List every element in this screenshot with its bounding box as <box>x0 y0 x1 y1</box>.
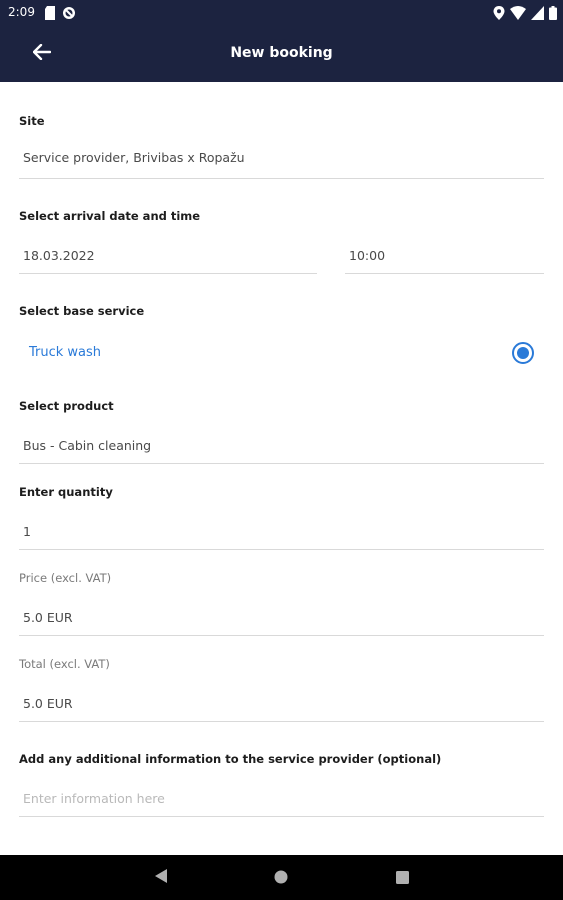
base-service-label: Select base service <box>19 304 145 318</box>
arrival-time-field[interactable]: 10:00 <box>345 240 544 274</box>
product-field[interactable]: Bus - Cabin cleaning <box>19 430 544 464</box>
site-field[interactable]: Service provider, Brivibas x Ropažu <box>19 140 544 179</box>
site-value: Service provider, Brivibas x Ropažu <box>23 150 245 165</box>
location-icon <box>493 5 505 24</box>
additional-info-placeholder: Enter information here <box>23 791 165 806</box>
quantity-value: 1 <box>23 524 31 539</box>
page-title: New booking <box>230 45 333 61</box>
square-recents-icon <box>395 869 409 888</box>
price-value: 5.0 EUR <box>23 610 73 625</box>
price-label: Price (excl. VAT) <box>19 571 112 585</box>
additional-info-input[interactable]: Enter information here <box>19 782 544 817</box>
signal-icon <box>531 5 544 24</box>
additional-info-label: Add any additional information to the se… <box>19 752 442 766</box>
arrival-date-value: 18.03.2022 <box>23 248 95 263</box>
circle-home-icon <box>274 869 288 888</box>
total-field: 5.0 EUR <box>19 687 544 722</box>
app-bar: New booking <box>0 26 563 82</box>
wifi-icon <box>510 5 526 24</box>
arrival-date-field[interactable]: 18.03.2022 <box>19 240 317 274</box>
quantity-input[interactable]: 1 <box>19 515 544 550</box>
radio-selected-dot <box>517 347 529 359</box>
triangle-back-icon <box>154 868 168 888</box>
truck-wash-radio[interactable] <box>512 342 534 364</box>
nav-back-button[interactable] <box>150 867 172 889</box>
price-field: 5.0 EUR <box>19 601 544 636</box>
nav-home-button[interactable] <box>270 867 292 889</box>
sd-card-icon <box>44 5 56 24</box>
arrival-time-value: 10:00 <box>349 248 386 263</box>
arrival-label: Select arrival date and time <box>19 209 201 223</box>
product-value: Bus - Cabin cleaning <box>23 438 152 453</box>
nav-recents-button[interactable] <box>391 867 413 889</box>
product-label: Select product <box>19 399 114 413</box>
total-value: 5.0 EUR <box>23 696 73 711</box>
battery-icon <box>549 5 557 24</box>
service-option-truck-wash[interactable]: Truck wash <box>29 345 101 360</box>
booking-form: Site Service provider, Brivibas x Ropažu… <box>0 82 563 855</box>
status-time: 2:09 <box>8 5 35 19</box>
status-bar: 2:09 <box>0 0 563 26</box>
blocked-icon <box>62 5 76 24</box>
system-nav-bar <box>0 855 563 900</box>
site-label: Site <box>19 114 45 128</box>
total-label: Total (excl. VAT) <box>19 657 110 671</box>
quantity-label: Enter quantity <box>19 485 113 499</box>
